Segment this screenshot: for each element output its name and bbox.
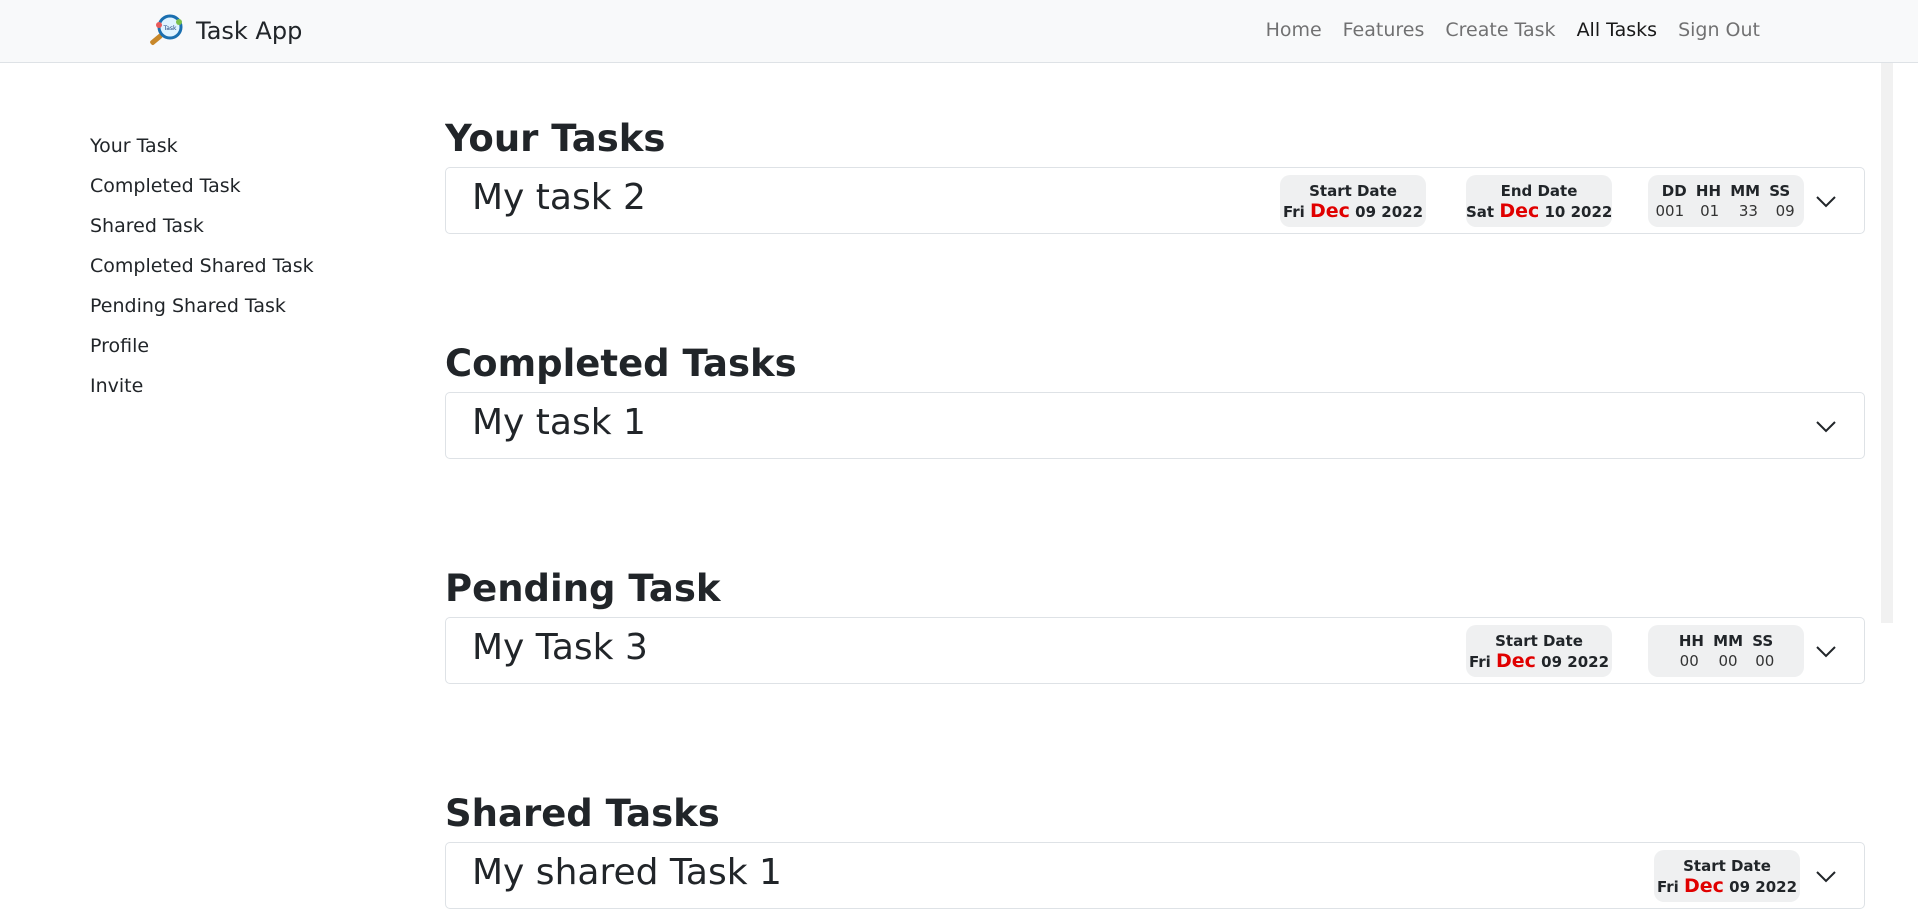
task-card[interactable]: My task 1 (445, 392, 1865, 459)
nav-features[interactable]: Features (1343, 19, 1425, 41)
main-content: Your Tasks My task 2 Start Date Fri Dec … (445, 63, 1873, 923)
nav-sign-out[interactable]: Sign Out (1678, 19, 1760, 41)
top-navbar: Task Task App Home Features Create Task … (0, 0, 1918, 63)
start-day-year: 09 2022 (1729, 878, 1798, 896)
section-heading: Pending Task (445, 567, 721, 610)
end-day-year: 10 2022 (1544, 203, 1613, 221)
completed-tasks-section: Completed Tasks My task 1 (445, 342, 1865, 459)
brand-name: Task App (196, 17, 303, 45)
app-logo-icon: Task (146, 13, 188, 49)
start-date-label: Start Date (1683, 857, 1771, 875)
chevron-down-icon[interactable] (1814, 639, 1838, 663)
countdown-minutes: 00 (1718, 652, 1738, 670)
sidebar-item-profile[interactable]: Profile (90, 326, 314, 366)
shared-tasks-section: Shared Tasks My shared Task 1 Start Date… (445, 792, 1865, 909)
scrollbar[interactable] (1881, 63, 1893, 623)
start-month: Dec (1496, 650, 1536, 672)
task-card[interactable]: My task 2 Start Date Fri Dec 09 2022 End… (445, 167, 1865, 234)
end-date-label: End Date (1500, 182, 1578, 200)
sidebar: Your Task Completed Task Shared Task Com… (90, 126, 314, 406)
start-date-label: Start Date (1495, 632, 1583, 650)
start-date-value: Fri Dec 09 2022 (1466, 650, 1612, 673)
section-heading: Completed Tasks (445, 342, 797, 385)
end-day: Sat (1466, 203, 1495, 221)
sidebar-item-your-task[interactable]: Your Task (90, 126, 314, 166)
task-title: My Task 3 (472, 627, 648, 668)
start-day-year: 09 2022 (1355, 203, 1424, 221)
your-tasks-section: Your Tasks My task 2 Start Date Fri Dec … (445, 117, 1865, 234)
svg-text:Task: Task (163, 25, 177, 32)
start-date-badge: Start Date Fri Dec 09 2022 (1654, 850, 1800, 902)
chevron-down-icon[interactable] (1814, 189, 1838, 213)
nav-home[interactable]: Home (1266, 19, 1322, 41)
start-day: Fri (1282, 203, 1305, 221)
section-heading: Shared Tasks (445, 792, 720, 835)
countdown-minutes: 33 (1738, 202, 1758, 220)
start-date-badge: Start Date Fri Dec 09 2022 (1280, 175, 1426, 227)
nav-create-task[interactable]: Create Task (1445, 19, 1555, 41)
task-title: My shared Task 1 (472, 852, 782, 893)
countdown-days: 001 (1655, 202, 1685, 220)
sidebar-item-invite[interactable]: Invite (90, 366, 314, 406)
brand-link[interactable]: Task Task App (146, 8, 302, 54)
countdown-hours: 01 (1700, 202, 1720, 220)
task-card[interactable]: My Task 3 Start Date Fri Dec 09 2022 HH … (445, 617, 1865, 684)
start-day: Fri (1468, 653, 1491, 671)
chevron-down-icon[interactable] (1814, 864, 1838, 888)
sidebar-item-completed-task[interactable]: Completed Task (90, 166, 314, 206)
sidebar-item-pending-shared-task[interactable]: Pending Shared Task (90, 286, 314, 326)
nav-all-tasks[interactable]: All Tasks (1577, 19, 1658, 41)
countdown-values: 00 00 00 (1648, 650, 1804, 672)
countdown-badge: HH MM SS 00 00 00 (1648, 625, 1804, 677)
countdown-hours: 00 (1679, 652, 1699, 670)
sidebar-item-shared-task[interactable]: Shared Task (90, 206, 314, 246)
countdown-badge: DD HH MM SS 001 01 33 09 (1648, 175, 1804, 227)
task-title: My task 1 (472, 402, 646, 443)
start-day-year: 09 2022 (1541, 653, 1610, 671)
start-day: Fri (1656, 878, 1679, 896)
sidebar-item-completed-shared-task[interactable]: Completed Shared Task (90, 246, 314, 286)
section-heading: Your Tasks (445, 117, 666, 160)
start-date-value: Fri Dec 09 2022 (1280, 200, 1426, 223)
chevron-down-icon[interactable] (1814, 414, 1838, 438)
countdown-headers: HH MM SS (1678, 632, 1774, 650)
end-date-value: Sat Dec 10 2022 (1466, 200, 1612, 223)
start-month: Dec (1310, 200, 1350, 222)
task-title: My task 2 (472, 177, 646, 218)
countdown-values: 001 01 33 09 (1648, 200, 1804, 222)
countdown-seconds: 00 (1755, 652, 1775, 670)
start-month: Dec (1684, 875, 1724, 897)
start-date-value: Fri Dec 09 2022 (1654, 875, 1800, 898)
start-date-label: Start Date (1309, 182, 1397, 200)
nav-links: Home Features Create Task All Tasks Sign… (1266, 0, 1760, 60)
end-date-badge: End Date Sat Dec 10 2022 (1466, 175, 1612, 227)
pending-task-section: Pending Task My Task 3 Start Date Fri De… (445, 567, 1865, 684)
countdown-seconds: 09 (1775, 202, 1795, 220)
task-card[interactable]: My shared Task 1 Start Date Fri Dec 09 2… (445, 842, 1865, 909)
countdown-headers: DD HH MM SS (1661, 182, 1791, 200)
end-month: Dec (1499, 200, 1540, 222)
start-date-badge: Start Date Fri Dec 09 2022 (1466, 625, 1612, 677)
